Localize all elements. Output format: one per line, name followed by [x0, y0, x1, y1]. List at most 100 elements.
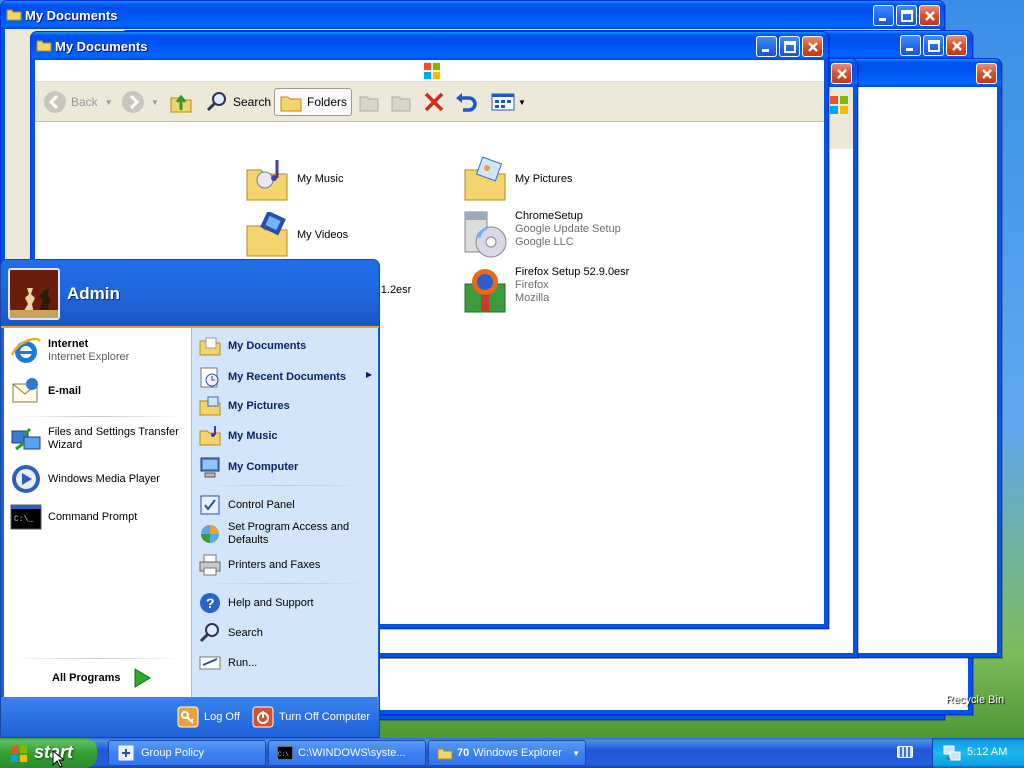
- folder-icon: [437, 748, 453, 760]
- list-item-my-pictures[interactable]: My Pictures: [461, 156, 572, 204]
- log-off-button[interactable]: Log Off: [177, 706, 240, 728]
- help-and-support[interactable]: ? Help and Support: [198, 591, 314, 615]
- pictures-folder-icon: [199, 396, 221, 416]
- separator: [200, 485, 370, 486]
- maximize-button[interactable]: [779, 36, 800, 57]
- copy-to-icon: [391, 96, 411, 112]
- place-my-recent-documents[interactable]: My Recent Documents ▶: [198, 365, 373, 389]
- key-icon: [177, 706, 199, 728]
- run-item[interactable]: Run...: [198, 651, 257, 675]
- undo-button[interactable]: [454, 88, 478, 116]
- pictures-folder-icon: [464, 156, 506, 201]
- forward-button[interactable]: ▼: [121, 88, 159, 116]
- place-my-pictures[interactable]: My Pictures: [198, 395, 290, 417]
- list-item-my-music[interactable]: My Music: [243, 156, 343, 204]
- svg-text:C:\: C:\: [278, 751, 289, 758]
- close-button[interactable]: [976, 63, 997, 84]
- setup-installer-icon: [464, 211, 507, 258]
- item-company: Mozilla: [515, 292, 550, 304]
- forward-arrow-icon: [122, 91, 144, 113]
- mouse-cursor-icon: [52, 750, 64, 768]
- recycle-bin-label[interactable]: Recycle Bin: [946, 694, 1004, 706]
- folder-icon: [36, 40, 52, 52]
- close-icon: [982, 69, 992, 79]
- maximize-button[interactable]: [923, 35, 944, 56]
- views-button[interactable]: ▼: [491, 88, 526, 116]
- taskbar-button-windows-explorer[interactable]: 70 Windows Explorer ▼: [428, 740, 586, 766]
- program-access-icon: [201, 525, 219, 543]
- system-tray: 5:12 AM: [932, 738, 1024, 768]
- all-programs-button[interactable]: All Programs: [46, 667, 152, 689]
- minimize-button[interactable]: [756, 36, 777, 57]
- help-label: Help and Support: [228, 596, 314, 609]
- start-button[interactable]: start: [0, 738, 97, 768]
- back-label: Back: [71, 95, 98, 109]
- network-icon[interactable]: [943, 744, 961, 762]
- item-title: Internet: [48, 338, 89, 350]
- list-item-firefox-52-9-0[interactable]: Firefox Setup 52.9.0esr Firefox Mozilla: [461, 266, 629, 314]
- setting-control-panel[interactable]: Control Panel: [198, 493, 295, 517]
- back-arrow-icon: [44, 91, 66, 113]
- search-button[interactable]: Search: [205, 88, 271, 116]
- place-my-computer[interactable]: My Computer: [198, 455, 298, 479]
- folders-button[interactable]: Folders: [274, 88, 353, 116]
- maximize-button[interactable]: [896, 5, 917, 26]
- recent-item-command-prompt[interactable]: C:\_ Command Prompt: [10, 503, 137, 531]
- clock[interactable]: 5:12 AM: [967, 746, 1007, 758]
- place-label: My Music: [228, 429, 278, 442]
- setting-printers-faxes[interactable]: Printers and Faxes: [198, 553, 320, 577]
- title-bar[interactable]: My Documents: [31, 32, 828, 60]
- close-button[interactable]: [802, 36, 823, 57]
- recent-item-transfer-wizard[interactable]: Files and Settings Transfer Wizard: [10, 423, 179, 455]
- media-player-icon: [12, 465, 40, 493]
- close-button[interactable]: [946, 35, 967, 56]
- place-my-music[interactable]: My Music: [198, 425, 278, 447]
- taskbar-button-group-policy[interactable]: Group Policy: [108, 740, 266, 766]
- pinned-item-email[interactable]: E-mail: [10, 375, 81, 407]
- search-label: Search: [233, 95, 272, 109]
- pinned-item-internet[interactable]: Internet Internet Explorer: [10, 335, 129, 367]
- maximize-icon: [901, 10, 913, 22]
- place-my-documents[interactable]: My Documents: [198, 335, 306, 357]
- copy-to-button[interactable]: [389, 88, 413, 116]
- help-label: Run...: [228, 656, 258, 669]
- taskbar-button-cmd[interactable]: C:\ C:\WINDOWS\syste...: [268, 740, 426, 766]
- keyboard-icon[interactable]: [897, 746, 913, 758]
- undo-icon: [456, 93, 477, 112]
- recent-docs-icon: [200, 367, 219, 388]
- title-bar[interactable]: My Documents: [1, 1, 944, 29]
- email-icon: [12, 378, 38, 403]
- printer-icon: [199, 554, 221, 576]
- separator: [14, 416, 182, 417]
- setting-program-access[interactable]: Set Program Access and Defaults: [198, 521, 349, 547]
- search-icon: [199, 623, 219, 643]
- search-item[interactable]: Search: [198, 621, 263, 645]
- delete-button[interactable]: [423, 88, 445, 116]
- turn-off-label: Turn Off Computer: [279, 711, 371, 723]
- avatar[interactable]: [8, 268, 60, 320]
- place-label: My Computer: [228, 460, 299, 473]
- submenu-arrow-icon: ▶: [366, 370, 373, 379]
- item-title: E-mail: [48, 384, 82, 397]
- recent-item-media-player[interactable]: Windows Media Player: [10, 463, 160, 495]
- turn-off-button[interactable]: Turn Off Computer: [252, 706, 370, 728]
- close-button[interactable]: [919, 5, 940, 26]
- power-icon: [252, 706, 274, 728]
- move-to-button[interactable]: [357, 88, 381, 116]
- close-button[interactable]: [831, 63, 852, 84]
- start-menu-footer: Log Off Turn Off Computer: [1, 697, 379, 737]
- separator: [14, 658, 182, 659]
- item-line1: Command Prompt: [48, 510, 138, 523]
- list-item-my-videos[interactable]: My Videos: [243, 212, 348, 260]
- minimize-button[interactable]: [873, 5, 894, 26]
- close-icon: [808, 42, 818, 52]
- minimize-icon: [762, 49, 769, 52]
- windows-logo-icon: [423, 62, 441, 80]
- item-description: Firefox: [515, 279, 549, 291]
- up-folder-button[interactable]: [169, 88, 193, 116]
- minimize-button[interactable]: [900, 35, 921, 56]
- group-policy-icon: [118, 745, 134, 761]
- list-item-chromesetup[interactable]: ChromeSetup Google Update Setup Google L…: [461, 210, 621, 260]
- windows-logo-icon: [830, 96, 848, 114]
- back-button[interactable]: Back ▼: [43, 88, 113, 116]
